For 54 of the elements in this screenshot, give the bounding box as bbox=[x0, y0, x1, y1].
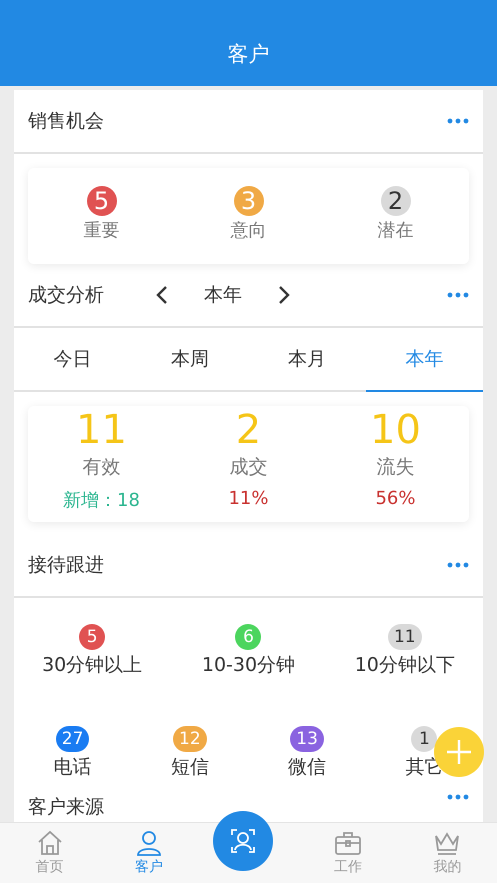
count-badge: 5 bbox=[86, 186, 116, 216]
briefcase-icon bbox=[334, 830, 362, 856]
period-tab[interactable]: 本年 bbox=[366, 328, 483, 392]
period-tab[interactable]: 本周 bbox=[131, 328, 248, 392]
count-badge: 2 bbox=[380, 186, 410, 216]
section-title: 销售机会 bbox=[28, 109, 104, 134]
nav-tab[interactable]: 我的 bbox=[398, 823, 497, 883]
nav-tab[interactable]: 客户 bbox=[99, 823, 199, 883]
nav-tab[interactable]: 工作 bbox=[298, 823, 398, 883]
plus-icon bbox=[446, 739, 472, 765]
duration-label: 30分钟以上 bbox=[42, 653, 142, 678]
home-icon bbox=[36, 830, 64, 856]
count-badge: 13 bbox=[290, 726, 324, 752]
section-title: 客户来源 bbox=[28, 795, 104, 820]
count-badge: 3 bbox=[234, 186, 264, 216]
period-tab[interactable]: 今日 bbox=[14, 328, 132, 392]
stat-subvalue: 56% bbox=[375, 488, 416, 509]
stat-subvalue: 11% bbox=[228, 488, 268, 509]
count-badge: 12 bbox=[173, 726, 207, 752]
category-label: 重要 bbox=[84, 219, 120, 242]
stat-label: 流失 bbox=[376, 455, 414, 480]
stat-label: 成交 bbox=[230, 455, 268, 480]
channel-label: 短信 bbox=[170, 755, 209, 780]
count-badge: 6 bbox=[235, 624, 262, 650]
more-icon[interactable] bbox=[447, 794, 469, 800]
period-tab[interactable]: 本月 bbox=[248, 328, 366, 392]
category-label: 意向 bbox=[230, 219, 266, 242]
count-badge: 11 bbox=[388, 624, 422, 650]
stat-value: 10 bbox=[370, 408, 421, 452]
period-label: 本年 bbox=[203, 283, 243, 308]
channel-label: 电话 bbox=[54, 755, 92, 780]
crown-icon bbox=[433, 830, 462, 856]
section-title: 成交分析 bbox=[28, 283, 104, 308]
stat-value: 2 bbox=[236, 408, 262, 452]
more-icon[interactable] bbox=[447, 292, 469, 298]
channel-label: 微信 bbox=[288, 755, 326, 780]
duration-label: 10分钟以下 bbox=[354, 653, 455, 678]
category-label: 潜在 bbox=[378, 219, 414, 242]
more-icon[interactable] bbox=[447, 118, 469, 124]
stat-subvalue: 新增：18 bbox=[63, 489, 140, 512]
more-icon[interactable] bbox=[447, 562, 469, 568]
section-title: 接待跟进 bbox=[28, 553, 104, 578]
person-icon bbox=[135, 830, 164, 856]
chevron-right-icon[interactable] bbox=[278, 285, 290, 305]
count-badge: 1 bbox=[411, 726, 438, 752]
stat-value: 11 bbox=[76, 408, 127, 452]
count-badge: 27 bbox=[56, 726, 90, 752]
stat-label: 有效 bbox=[82, 455, 120, 480]
chevron-left-icon[interactable] bbox=[156, 285, 168, 305]
count-badge: 5 bbox=[79, 624, 106, 650]
duration-label: 10-30分钟 bbox=[202, 653, 296, 678]
face-scan-icon bbox=[230, 828, 256, 854]
page-title: 客户 bbox=[228, 41, 270, 68]
nav-tab[interactable]: 首页 bbox=[0, 823, 100, 883]
